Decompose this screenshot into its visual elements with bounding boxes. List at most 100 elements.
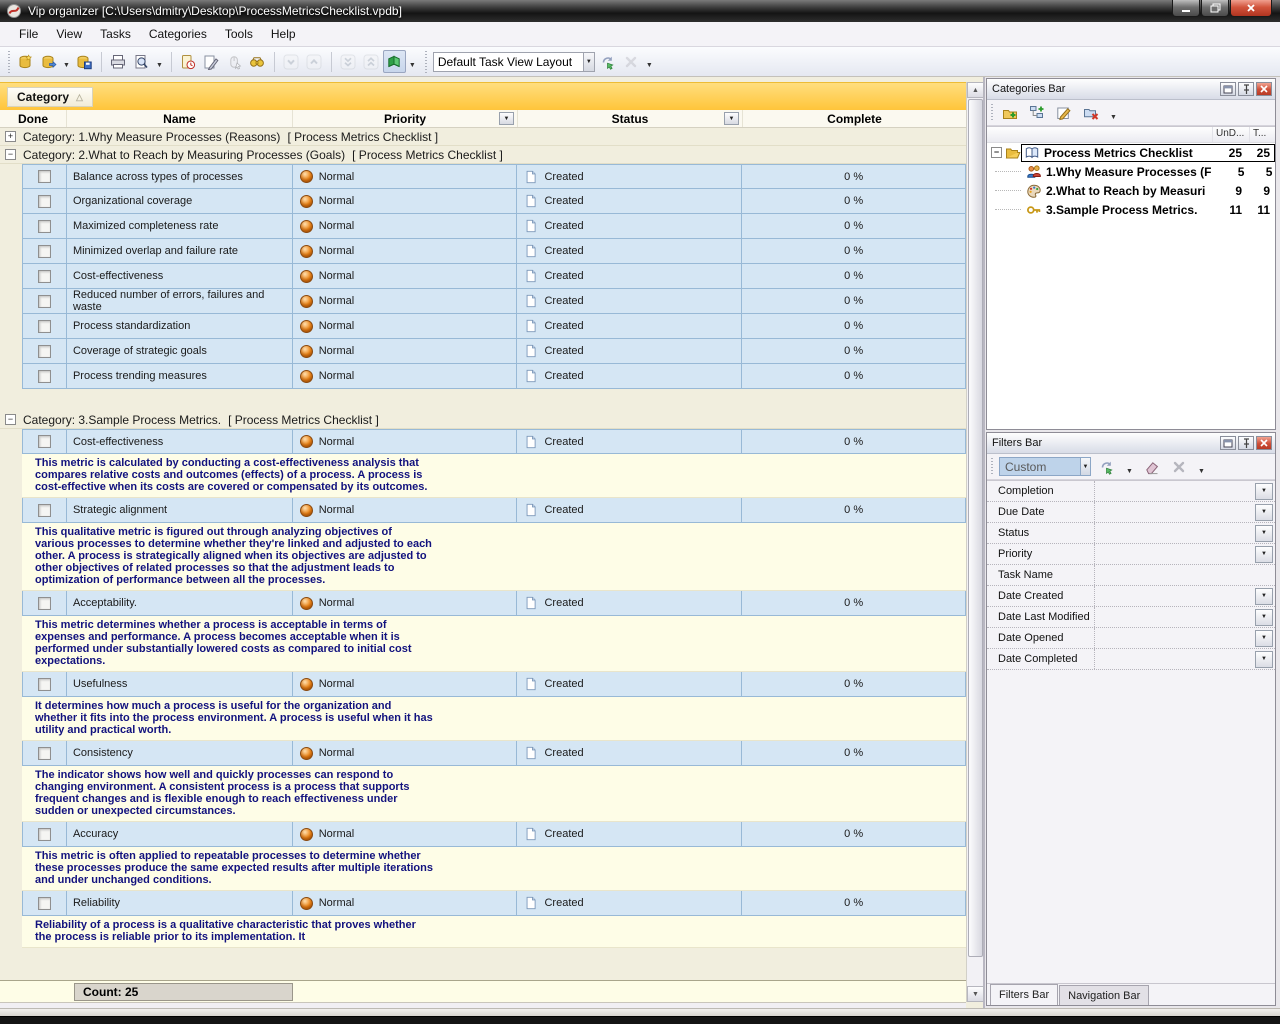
status-cell[interactable]: Created: [517, 364, 742, 389]
edit-category-button[interactable]: [1053, 103, 1075, 123]
filter-value[interactable]: [1095, 544, 1255, 564]
filter-dropdown-icon[interactable]: ▼: [1255, 504, 1273, 521]
task-name-cell[interactable]: Maximized completeness rate: [67, 214, 293, 239]
filter-dropdown-icon[interactable]: ▼: [1255, 651, 1273, 668]
done-checkbox[interactable]: [38, 245, 51, 258]
filter-value[interactable]: [1095, 502, 1255, 522]
move-up-button[interactable]: [303, 50, 326, 73]
done-cell[interactable]: [22, 214, 67, 239]
categories-close-icon[interactable]: [1256, 82, 1272, 96]
complete-cell[interactable]: 0 %: [742, 891, 966, 916]
task-name-cell[interactable]: Accuracy: [67, 822, 293, 847]
done-cell[interactable]: [22, 891, 67, 916]
status-cell[interactable]: Created: [517, 239, 742, 264]
layout-combo[interactable]: Default Task View Layout ▼: [433, 52, 595, 72]
done-cell[interactable]: [22, 289, 67, 314]
done-cell[interactable]: [22, 189, 67, 214]
open-database-dropdown-icon[interactable]: ▼: [60, 62, 73, 69]
priority-cell[interactable]: Normal: [293, 822, 518, 847]
clear-filter-button[interactable]: [1141, 457, 1163, 477]
expand-icon[interactable]: +: [5, 131, 16, 142]
status-cell[interactable]: Created: [517, 891, 742, 916]
task-row[interactable]: UsefulnessNormalCreated0 %: [0, 672, 966, 697]
collapse-icon[interactable]: −: [991, 147, 1002, 158]
print-preview-button[interactable]: [130, 50, 153, 73]
column-header-done[interactable]: Done: [0, 110, 67, 127]
task-name-cell[interactable]: Coverage of strategic goals: [67, 339, 293, 364]
done-cell[interactable]: [22, 264, 67, 289]
filter-preset-combo[interactable]: Custom ▼: [999, 457, 1091, 476]
categories-restore-icon[interactable]: [1220, 82, 1236, 96]
complete-cell[interactable]: 0 %: [742, 591, 966, 616]
task-name-cell[interactable]: Reliability: [67, 891, 293, 916]
done-checkbox[interactable]: [38, 345, 51, 358]
filters-toolbar-overflow-icon[interactable]: ▼: [1195, 468, 1208, 475]
task-name-cell[interactable]: Process standardization: [67, 314, 293, 339]
new-task-button[interactable]: [177, 50, 200, 73]
done-cell[interactable]: [22, 429, 67, 454]
task-row[interactable]: Cost-effectivenessNormalCreated0 %: [0, 429, 966, 454]
task-row[interactable]: Maximized completeness rateNormalCreated…: [0, 214, 966, 239]
filter-value[interactable]: [1095, 628, 1255, 648]
task-name-cell[interactable]: Process trending measures: [67, 364, 293, 389]
delete-filter-button[interactable]: [1168, 457, 1190, 477]
done-checkbox[interactable]: [38, 295, 51, 308]
filters-restore-icon[interactable]: [1220, 436, 1236, 450]
task-name-cell[interactable]: Minimized overlap and failure rate: [67, 239, 293, 264]
done-checkbox[interactable]: [38, 597, 51, 610]
priority-cell[interactable]: Normal: [293, 314, 518, 339]
delete-layout-dropdown-icon[interactable]: ▼: [643, 62, 656, 69]
task-row[interactable]: Process standardizationNormalCreated0 %: [0, 314, 966, 339]
done-checkbox[interactable]: [38, 270, 51, 283]
task-row[interactable]: ReliabilityNormalCreated0 %: [0, 891, 966, 916]
priority-cell[interactable]: Normal: [293, 339, 518, 364]
close-button[interactable]: [1230, 0, 1272, 17]
complete-cell[interactable]: 0 %: [742, 314, 966, 339]
complete-task-button[interactable]: [223, 50, 246, 73]
done-checkbox[interactable]: [38, 747, 51, 760]
priority-cell[interactable]: Normal: [293, 672, 518, 697]
collapse-icon[interactable]: −: [5, 414, 16, 425]
done-cell[interactable]: [22, 672, 67, 697]
task-row[interactable]: Coverage of strategic goalsNormalCreated…: [0, 339, 966, 364]
print-preview-dropdown-icon[interactable]: ▼: [153, 62, 166, 69]
horizontal-scrollbar[interactable]: [0, 1002, 966, 1008]
complete-cell[interactable]: 0 %: [742, 189, 966, 214]
categories-toolbar-overflow-icon[interactable]: ▼: [1107, 114, 1120, 121]
vertical-scrollbar[interactable]: ▲ ▼: [966, 82, 983, 1002]
find-button[interactable]: [246, 50, 269, 73]
filter-dropdown-icon[interactable]: ▼: [1255, 483, 1273, 500]
apply-layout-button[interactable]: [597, 50, 620, 73]
tree-item-category-1[interactable]: 1.Why Measure Processes (F 5 5: [987, 162, 1275, 181]
filter-dropdown-icon[interactable]: ▼: [1255, 609, 1273, 626]
done-checkbox[interactable]: [38, 828, 51, 841]
move-down-button[interactable]: [280, 50, 303, 73]
complete-cell[interactable]: 0 %: [742, 214, 966, 239]
task-view-button[interactable]: [383, 50, 406, 73]
done-checkbox[interactable]: [38, 370, 51, 383]
task-row[interactable]: Acceptability.NormalCreated0 %: [0, 591, 966, 616]
complete-cell[interactable]: 0 %: [742, 364, 966, 389]
task-name-cell[interactable]: Balance across types of processes: [67, 164, 293, 189]
complete-cell[interactable]: 0 %: [742, 239, 966, 264]
done-checkbox[interactable]: [38, 504, 51, 517]
new-category-button[interactable]: [999, 103, 1021, 123]
edit-task-button[interactable]: [200, 50, 223, 73]
task-name-cell[interactable]: Reduced number of errors, failures and w…: [67, 289, 293, 314]
tab-filters-bar[interactable]: Filters Bar: [990, 984, 1058, 1005]
delete-layout-button[interactable]: [620, 50, 643, 73]
priority-cell[interactable]: Normal: [293, 364, 518, 389]
task-row[interactable]: Process trending measuresNormalCreated0 …: [0, 364, 966, 389]
tree-col-total[interactable]: T...: [1249, 127, 1275, 142]
filter-value[interactable]: [1095, 586, 1255, 606]
task-name-cell[interactable]: Consistency: [67, 741, 293, 766]
status-cell[interactable]: Created: [517, 741, 742, 766]
priority-cell[interactable]: Normal: [293, 164, 518, 189]
priority-cell[interactable]: Normal: [293, 214, 518, 239]
menu-help[interactable]: Help: [262, 23, 305, 45]
status-cell[interactable]: Created: [517, 672, 742, 697]
complete-cell[interactable]: 0 %: [742, 164, 966, 189]
done-checkbox[interactable]: [38, 220, 51, 233]
done-checkbox[interactable]: [38, 170, 51, 183]
tree-item-category-2[interactable]: 2.What to Reach by Measuri 9 9: [987, 181, 1275, 200]
